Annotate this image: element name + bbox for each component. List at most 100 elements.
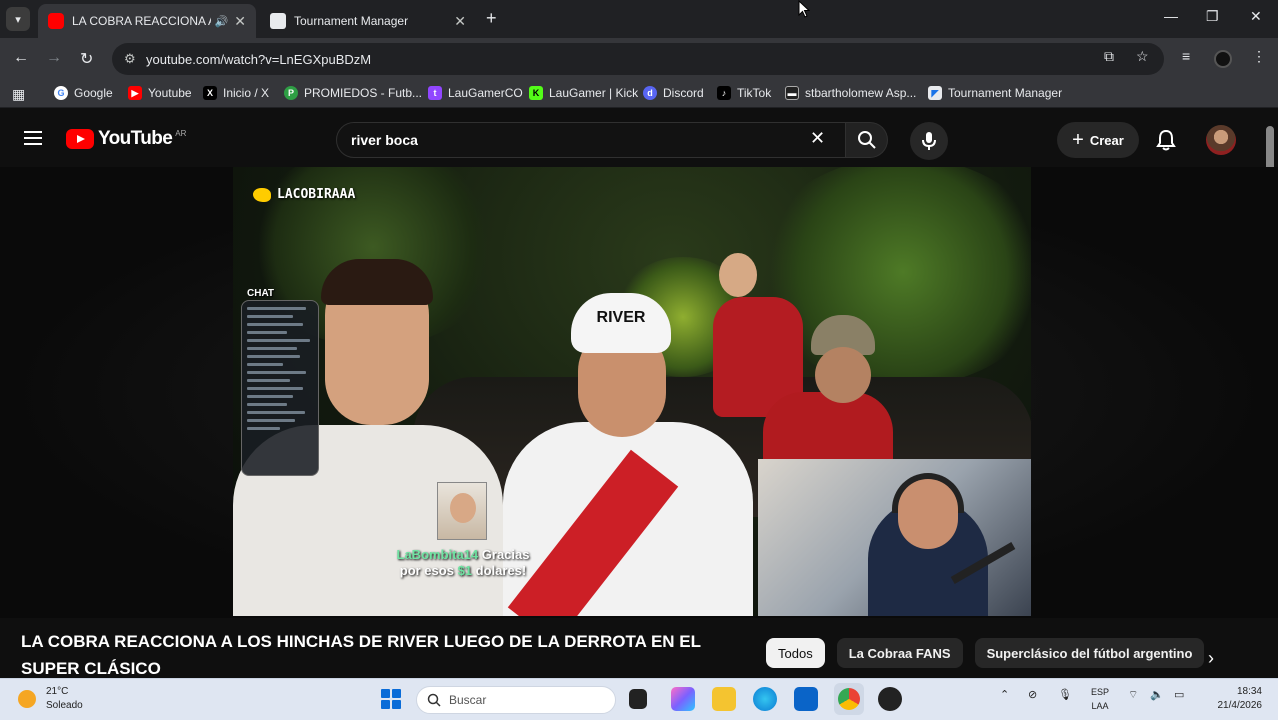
bookmark-label: LauGamerCO [448,86,523,100]
bookmark-label: stbartholomew Asp... [805,86,917,100]
bookmark-icon: ▬ [785,86,799,100]
taskbar-search-input[interactable]: Buscar [416,686,616,714]
google-icon: G [54,86,68,100]
search-button[interactable] [846,122,888,158]
youtube-icon: ▶ [128,86,142,100]
close-tab-icon[interactable]: ✕ [454,13,466,30]
donation-text: dolares! [475,563,527,578]
tray-overflow-icon[interactable]: ⌃ [1000,688,1009,701]
volume-icon[interactable]: 🔈 [1150,688,1164,701]
bookmark-kick[interactable]: K LauGamer | Kick [529,86,638,100]
youtube-play-icon [66,129,94,149]
donor-webcam [437,482,487,540]
region-code: AR [175,128,187,138]
bookmark-label: Discord [663,86,704,100]
media-controls-icon[interactable]: ≡ [1182,48,1190,64]
task-view-icon[interactable] [629,689,647,709]
related-chips: Todos La Cobraa FANS Superclásico del fú… [766,638,1205,668]
new-tab-button[interactable]: + [486,8,497,29]
battery-icon[interactable]: ▭ [1174,688,1184,701]
menu-dots-icon[interactable]: ⋮ [1252,48,1266,65]
tab-title: LA COBRA REACCIONA A L [72,14,211,28]
tab-title: Tournament Manager [294,14,409,28]
chevron-right-icon[interactable]: › [1208,648,1214,669]
bookmark-tiktok[interactable]: ♪ TikTok [717,86,771,100]
speaker-icon[interactable]: 🔊 [215,15,229,28]
clear-search-icon[interactable]: ✕ [810,128,825,149]
tab-tournament-manager[interactable]: Tournament Manager ✕ [260,4,476,38]
microphone-tray-icon[interactable]: 🎙 [1058,688,1072,701]
promiedos-icon: P [284,86,298,100]
donation-text: Gracias [481,547,530,562]
window-close-icon[interactable]: ✕ [1250,8,1262,25]
bookmark-discord[interactable]: d Discord [643,86,704,100]
avatar[interactable] [1206,125,1236,155]
microsoft-store-icon[interactable] [794,687,818,711]
tab-search-button[interactable]: ▾ [6,7,30,31]
voice-search-button[interactable] [910,122,948,160]
bookmark-youtube[interactable]: ▶ Youtube [128,86,192,100]
bookmark-laugamerco[interactable]: t LauGamerCO [428,86,523,100]
bookmark-label: Google [74,86,113,100]
plus-icon: + [1072,128,1084,151]
search-query-text: river boca [351,132,418,148]
sun-icon [18,690,36,708]
edge-icon[interactable] [753,687,777,711]
chrome-icon [838,688,860,710]
bookmark-label: Inicio / X [223,86,270,100]
weather-widget[interactable]: 21°C Soleado [18,685,83,713]
hamburger-menu-icon[interactable] [24,131,42,145]
bookmark-promiedos[interactable]: P PROMIEDOS - Futb... [284,86,422,100]
windows-start-icon[interactable] [381,689,401,709]
chip-todos[interactable]: Todos [766,638,825,668]
chip-la-cobraa-fans[interactable]: La Cobraa FANS [836,638,963,668]
clock-date: 21/4/2026 [1217,700,1263,711]
tournament-icon: ◤ [928,86,942,100]
install-app-icon[interactable]: ⧉ [1104,48,1114,65]
create-button[interactable]: + Crear [1057,122,1139,158]
youtube-logo[interactable]: YouTube AR [66,128,186,150]
bookmarks-bar: ▦ G Google ▶ Youtube X Inicio / X P PROM… [0,80,1278,108]
app-icon[interactable] [878,687,902,711]
network-off-icon[interactable]: ⊘ [1028,688,1037,701]
bookmark-stbartholomew[interactable]: ▬ stbartholomew Asp... [785,86,916,100]
mouse-cursor-icon [798,0,810,18]
apps-grid-icon[interactable]: ▦ [12,86,25,103]
bookmark-star-icon[interactable]: ☆ [1136,48,1149,65]
forward-arrow-icon[interactable]: → [46,49,62,67]
bookmark-tournament-manager[interactable]: ◤ Tournament Manager [928,86,1062,100]
search-input[interactable]: river boca [336,122,846,158]
bookmark-label: LauGamer | Kick [549,86,639,100]
reload-icon[interactable]: ↻ [80,49,93,69]
bookmark-label: Youtube [148,86,192,100]
bookmark-x[interactable]: X Inicio / X [203,86,269,100]
address-bar[interactable]: ⚙ youtube.com/watch?v=LnEGXpuBDzM [112,43,1164,75]
chrome-taskbar-button[interactable] [834,683,864,715]
donor-name: LaBombita14 [396,547,479,562]
streamer-webcam [758,459,1031,616]
handle-text: LACOBIRAAA [277,187,356,202]
tab-youtube-video[interactable]: LA COBRA REACCIONA A L 🔊 ✕ [38,4,256,38]
headphones-icon [892,473,964,513]
profile-icon[interactable] [1214,50,1232,68]
youtube-favicon-icon [48,13,64,29]
back-arrow-icon[interactable]: ← [13,49,29,67]
site-info-icon[interactable]: ⚙ [124,51,136,67]
bookmark-google[interactable]: G Google [54,86,113,100]
language-indicator[interactable]: ESP LAA [1088,685,1112,713]
minimize-icon[interactable]: — [1164,8,1178,24]
twitter-handle-overlay: LACOBIRAAA [253,187,355,202]
bookmark-label: Tournament Manager [948,86,1063,100]
restore-icon[interactable]: ❐ [1206,8,1219,25]
notifications-bell-icon[interactable] [1156,129,1176,156]
donation-text: por esos [399,563,454,578]
chat-overlay-label: CHAT [247,288,275,299]
close-tab-icon[interactable]: ✕ [234,13,246,30]
file-explorer-icon[interactable] [712,687,736,711]
copilot-icon[interactable] [671,687,695,711]
wifi-icon[interactable]: ⌔ [1128,688,1138,702]
video-player[interactable]: RIVER LACOBIRAAA CHAT LaBombita14 Gracia… [233,167,1031,616]
chip-superclasico[interactable]: Superclásico del fútbol argentino [974,638,1205,668]
taskbar-clock[interactable]: 18:34 21/4/2026 [1204,685,1263,713]
weather-temp: 21°C [46,686,69,697]
